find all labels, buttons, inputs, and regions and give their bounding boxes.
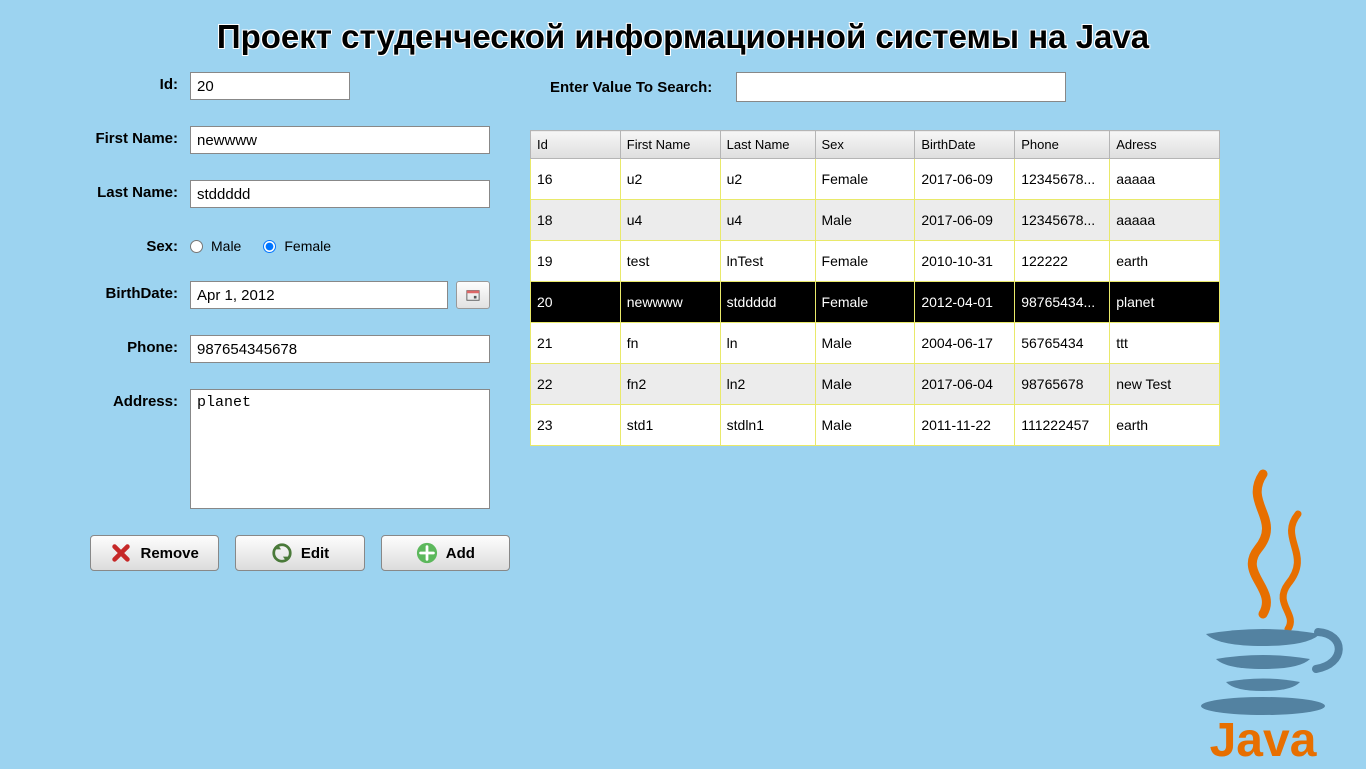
form-panel: Id: First Name: Last Name: Sex: Male Fem…	[30, 72, 530, 571]
table-cell-address[interactable]: aaaaa	[1110, 200, 1220, 241]
table-header-phone[interactable]: Phone	[1015, 131, 1110, 159]
table-cell-last_name[interactable]: u4	[720, 200, 815, 241]
table-cell-first_name[interactable]: u4	[620, 200, 720, 241]
table-row[interactable]: 23std1stdln1Male2011-11-22111222457earth	[531, 405, 1220, 446]
table-cell-first_name[interactable]: u2	[620, 159, 720, 200]
table-cell-phone[interactable]: 56765434	[1015, 323, 1110, 364]
table-cell-address[interactable]: aaaaa	[1110, 159, 1220, 200]
table-cell-phone[interactable]: 122222	[1015, 241, 1110, 282]
table-cell-id[interactable]: 21	[531, 323, 621, 364]
table-cell-birthdate[interactable]: 2012-04-01	[915, 282, 1015, 323]
table-cell-birthdate[interactable]: 2017-06-09	[915, 200, 1015, 241]
birthdate-input[interactable]	[190, 281, 448, 309]
calendar-icon	[462, 284, 484, 306]
svg-text:Java: Java	[1210, 714, 1317, 764]
table-cell-first_name[interactable]: newwww	[620, 282, 720, 323]
add-button-label: Add	[446, 545, 475, 562]
table-cell-first_name[interactable]: fn	[620, 323, 720, 364]
last-name-input[interactable]	[190, 180, 490, 208]
edit-icon	[271, 542, 293, 564]
table-cell-id[interactable]: 22	[531, 364, 621, 405]
table-cell-phone[interactable]: 98765678	[1015, 364, 1110, 405]
sex-female-radio[interactable]	[263, 240, 276, 253]
table-cell-last_name[interactable]: stdln1	[720, 405, 815, 446]
table-cell-birthdate[interactable]: 2017-06-09	[915, 159, 1015, 200]
id-label: Id:	[30, 72, 190, 93]
table-cell-sex[interactable]: Male	[815, 200, 915, 241]
table-row[interactable]: 18u4u4Male2017-06-0912345678...aaaaa	[531, 200, 1220, 241]
table-row[interactable]: 20newwwwstdddddFemale2012-04-0198765434.…	[531, 282, 1220, 323]
table-cell-last_name[interactable]: lnTest	[720, 241, 815, 282]
id-input[interactable]	[190, 72, 350, 100]
add-button[interactable]: Add	[381, 535, 510, 571]
address-input[interactable]	[190, 389, 490, 509]
page-title: Проект студенческой информационной систе…	[0, 0, 1366, 62]
table-header-sex[interactable]: Sex	[815, 131, 915, 159]
table-cell-phone[interactable]: 111222457	[1015, 405, 1110, 446]
students-table[interactable]: Id First Name Last Name Sex BirthDate Ph…	[530, 130, 1220, 446]
table-cell-birthdate[interactable]: 2011-11-22	[915, 405, 1015, 446]
remove-button[interactable]: Remove	[90, 535, 219, 571]
table-cell-last_name[interactable]: ln2	[720, 364, 815, 405]
table-cell-id[interactable]: 23	[531, 405, 621, 446]
table-cell-first_name[interactable]: test	[620, 241, 720, 282]
table-header-id[interactable]: Id	[531, 131, 621, 159]
last-name-label: Last Name:	[30, 180, 190, 201]
table-row[interactable]: 22fn2ln2Male2017-06-0498765678new Test	[531, 364, 1220, 405]
table-cell-sex[interactable]: Male	[815, 364, 915, 405]
sex-label: Sex:	[30, 234, 190, 255]
table-cell-sex[interactable]: Female	[815, 159, 915, 200]
table-cell-phone[interactable]: 98765434...	[1015, 282, 1110, 323]
sex-female-label: Female	[284, 238, 331, 254]
table-cell-id[interactable]: 16	[531, 159, 621, 200]
edit-button-label: Edit	[301, 545, 329, 562]
table-cell-first_name[interactable]: std1	[620, 405, 720, 446]
table-cell-birthdate[interactable]: 2004-06-17	[915, 323, 1015, 364]
table-cell-first_name[interactable]: fn2	[620, 364, 720, 405]
right-panel: Enter Value To Search: Id First Name Las…	[530, 72, 1336, 571]
table-row[interactable]: 16u2u2Female2017-06-0912345678...aaaaa	[531, 159, 1220, 200]
table-cell-address[interactable]: earth	[1110, 405, 1220, 446]
first-name-label: First Name:	[30, 126, 190, 147]
table-header-last-name[interactable]: Last Name	[720, 131, 815, 159]
table-cell-address[interactable]: earth	[1110, 241, 1220, 282]
add-icon	[416, 542, 438, 564]
birthdate-label: BirthDate:	[30, 281, 190, 302]
table-cell-birthdate[interactable]: 2010-10-31	[915, 241, 1015, 282]
table-header-first-name[interactable]: First Name	[620, 131, 720, 159]
remove-button-label: Remove	[140, 545, 198, 562]
table-cell-sex[interactable]: Female	[815, 241, 915, 282]
table-header-address[interactable]: Adress	[1110, 131, 1220, 159]
search-label: Enter Value To Search:	[550, 79, 712, 96]
table-cell-address[interactable]: planet	[1110, 282, 1220, 323]
table-cell-phone[interactable]: 12345678...	[1015, 159, 1110, 200]
table-row[interactable]: 21fnlnMale2004-06-1756765434ttt	[531, 323, 1220, 364]
search-input[interactable]	[736, 72, 1066, 102]
sex-male-label: Male	[211, 238, 241, 254]
table-cell-sex[interactable]: Male	[815, 323, 915, 364]
table-cell-sex[interactable]: Female	[815, 282, 915, 323]
table-cell-id[interactable]: 19	[531, 241, 621, 282]
edit-button[interactable]: Edit	[235, 535, 364, 571]
remove-icon	[110, 542, 132, 564]
table-header-birthdate[interactable]: BirthDate	[915, 131, 1015, 159]
table-cell-id[interactable]: 18	[531, 200, 621, 241]
table-cell-address[interactable]: new Test	[1110, 364, 1220, 405]
table-row[interactable]: 19testlnTestFemale2010-10-31122222earth	[531, 241, 1220, 282]
table-cell-address[interactable]: ttt	[1110, 323, 1220, 364]
date-picker-button[interactable]	[456, 281, 490, 309]
phone-input[interactable]	[190, 335, 490, 363]
table-cell-phone[interactable]: 12345678...	[1015, 200, 1110, 241]
table-cell-sex[interactable]: Male	[815, 405, 915, 446]
table-cell-last_name[interactable]: stddddd	[720, 282, 815, 323]
table-cell-last_name[interactable]: ln	[720, 323, 815, 364]
phone-label: Phone:	[30, 335, 190, 356]
table-cell-id[interactable]: 20	[531, 282, 621, 323]
table-cell-last_name[interactable]: u2	[720, 159, 815, 200]
first-name-input[interactable]	[190, 126, 490, 154]
address-label: Address:	[30, 389, 190, 410]
table-cell-birthdate[interactable]: 2017-06-04	[915, 364, 1015, 405]
sex-male-radio[interactable]	[190, 240, 203, 253]
